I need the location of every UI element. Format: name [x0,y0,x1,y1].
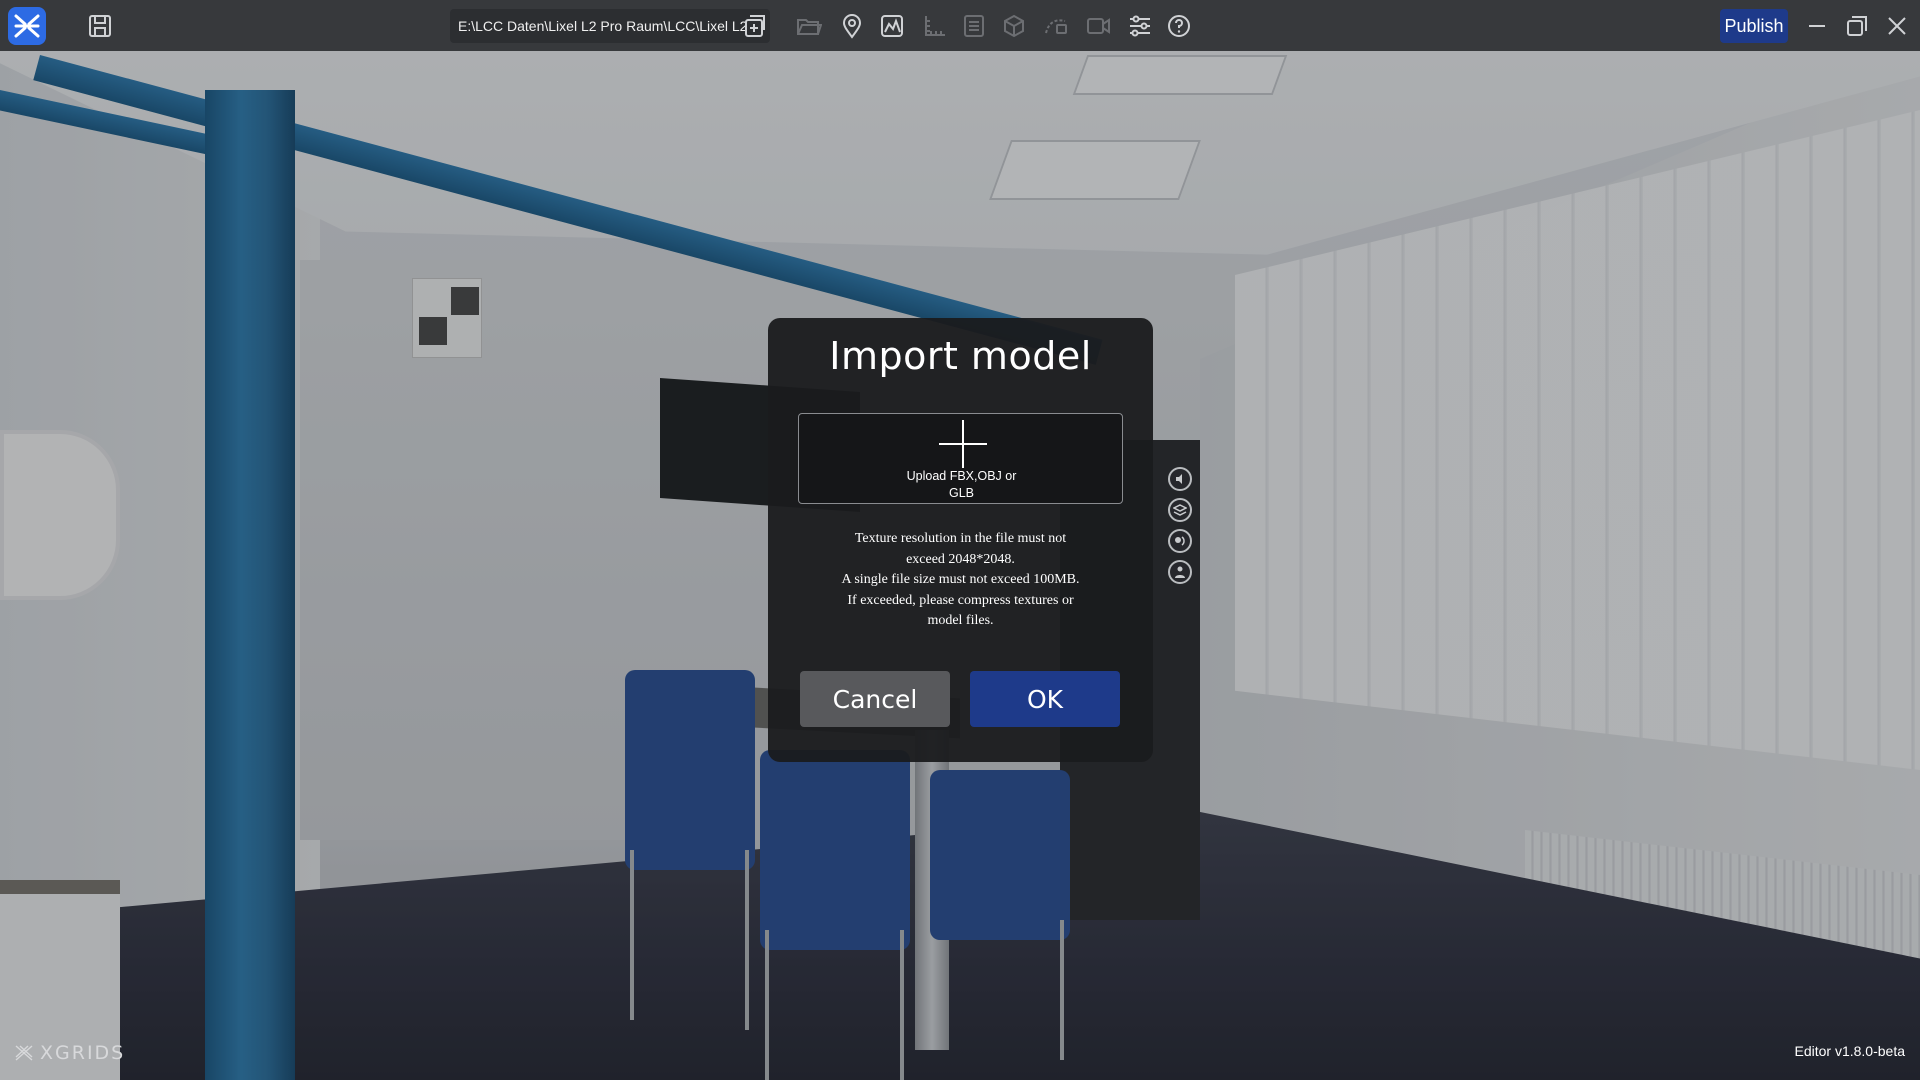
side-tool-sound-icon[interactable] [1168,467,1192,491]
top-toolbar: E:\LCC Daten\Lixel L2 Pro Raum\LCC\Lixel… [0,0,1920,51]
note-line: If exceeded, please compress textures or [847,592,1074,608]
upload-label: Upload FBX,OBJ or GLB [906,469,1017,500]
ok-button[interactable]: OK [970,671,1120,727]
measure-icon[interactable] [919,10,951,42]
save-icon[interactable] [84,10,116,42]
import-model-dialog: Import model Upload FBX,OBJ or GLB Textu… [768,318,1153,762]
folder-icon[interactable] [793,10,825,42]
plus-icon [939,420,987,468]
help-icon[interactable] [1163,10,1195,42]
cancel-button[interactable]: Cancel [800,671,950,727]
upload-dropzone[interactable]: Upload FBX,OBJ or GLB [798,413,1123,504]
import-requirements-text: Texture resolution in the file must not … [808,529,1113,632]
file-path-text: E:\LCC Daten\Lixel L2 Pro Raum\LCC\Lixel… [458,18,746,34]
brand-logo: XGRIDS [14,1042,125,1064]
restore-icon[interactable] [1841,10,1873,42]
image-chart-icon[interactable] [876,10,908,42]
side-tool-layers-icon[interactable] [1168,498,1192,522]
settings-sliders-icon[interactable] [1124,10,1156,42]
version-label: Editor v1.8.0-beta [1794,1043,1905,1059]
publish-button[interactable]: Publish [1720,9,1788,43]
note-line: A single file size must not exceed 100MB… [841,572,1080,587]
add-layer-icon[interactable] [739,10,771,42]
list-icon[interactable] [958,10,990,42]
close-icon[interactable] [1881,10,1913,42]
file-path-box[interactable]: E:\LCC Daten\Lixel L2 Pro Raum\LCC\Lixel… [450,9,770,43]
camera-path-icon[interactable] [1040,10,1072,42]
app-logo-icon [14,14,40,38]
app-logo[interactable] [8,7,46,45]
side-tool-person-icon[interactable] [1168,560,1192,584]
location-pin-icon[interactable] [836,10,868,42]
minimize-icon[interactable] [1801,10,1833,42]
brand-name: XGRIDS [40,1042,126,1064]
side-tool-voice-icon[interactable] [1168,529,1192,553]
dialog-title: Import model [829,334,1092,378]
note-line: model files. [927,613,994,628]
xgrids-logo-icon [15,1045,33,1061]
video-icon[interactable] [1082,10,1114,42]
cube-icon[interactable] [998,10,1030,42]
note-line: exceed 2048*2048. [906,551,1015,567]
note-line: Texture resolution in the file must not [854,531,1067,546]
